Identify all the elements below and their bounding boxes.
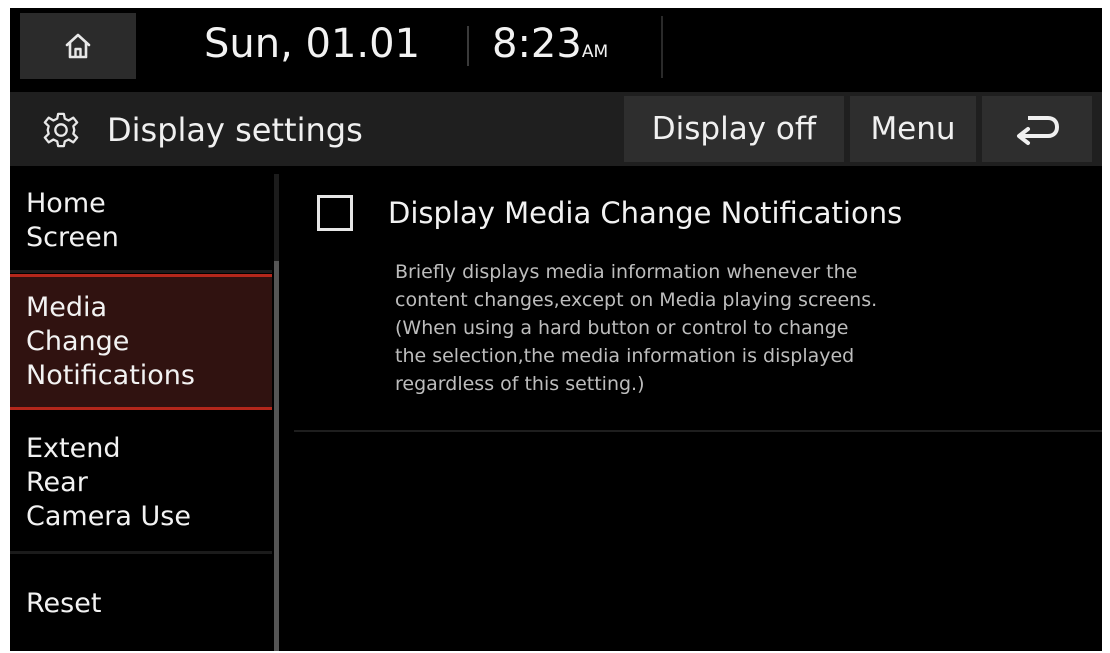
sidebar-item-label: Home Screen <box>26 188 119 253</box>
home-button[interactable] <box>20 13 136 79</box>
menu-button[interactable]: Menu <box>850 96 976 162</box>
sidebar-item-label: Reset <box>26 587 102 619</box>
option-description: Briefly displays media information whene… <box>395 261 878 395</box>
sidebar-item-label: Extend Rear Camera Use <box>26 433 191 532</box>
sidebar-scrollbar-thumb[interactable] <box>274 261 279 651</box>
display-off-button[interactable]: Display off <box>624 96 844 162</box>
date-display: Sun, 01.01 <box>204 21 421 67</box>
sidebar-item-reset[interactable]: Reset <box>10 556 272 651</box>
sidebar-item-extend-rear-camera-use[interactable]: Extend Rear Camera Use <box>10 418 272 548</box>
content-divider <box>294 430 1102 432</box>
status-divider-right <box>661 16 663 78</box>
settings-sidebar: Home Screen Media Change Notifications E… <box>10 174 272 651</box>
title-bar: Display settings Display off Menu <box>10 92 1102 166</box>
settings-content: Display Media Change Notifications Brief… <box>282 174 1102 651</box>
sidebar-divider <box>10 270 272 273</box>
gear-icon <box>43 112 79 148</box>
back-button[interactable] <box>982 96 1092 162</box>
option-title[interactable]: Display Media Change Notifications <box>388 192 902 234</box>
home-icon <box>65 33 91 59</box>
sidebar-item-media-change-notifications[interactable]: Media Change Notifications <box>10 274 272 410</box>
status-divider <box>467 26 469 66</box>
back-arrow-icon <box>1017 116 1059 145</box>
time-ampm: AM <box>581 42 609 62</box>
media-notifications-checkbox[interactable] <box>317 195 353 231</box>
sidebar-divider <box>10 551 272 554</box>
page-title: Display settings <box>107 111 363 149</box>
infotainment-screen: Sun, 01.01 8:23AM Display settings Displ… <box>10 8 1102 651</box>
time-display: 8:23AM <box>492 14 608 82</box>
time-value: 8:23 <box>492 21 582 67</box>
sidebar-item-home-screen[interactable]: Home Screen <box>10 174 272 268</box>
sidebar-item-label: Media Change Notifications <box>26 292 195 391</box>
status-bar: Sun, 01.01 8:23AM <box>10 8 1102 82</box>
